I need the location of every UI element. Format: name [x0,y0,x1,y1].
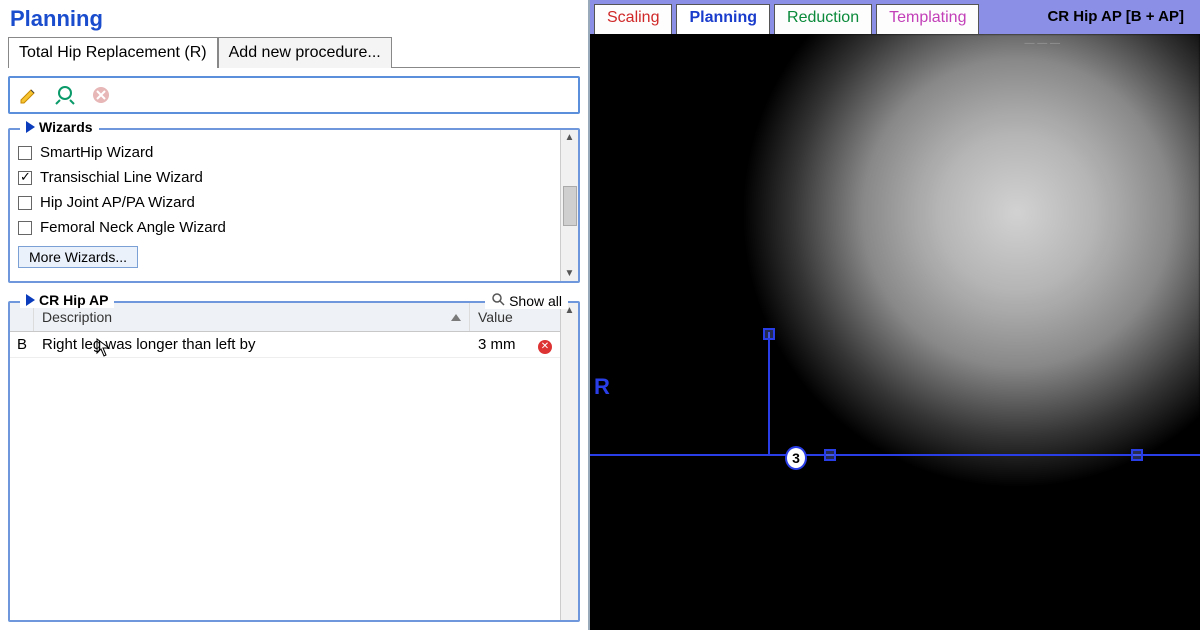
measurements-heading[interactable]: CR Hip AP [20,292,114,308]
app-root: Planning Total Hip Replacement (R) Add n… [0,0,1200,630]
wizards-heading-label: Wizards [39,119,93,135]
wizard-item[interactable]: Femoral Neck Angle Wizard [18,215,552,240]
add-procedure-tab[interactable]: Add new procedure... [218,37,392,68]
laterality-marker: R [594,374,610,400]
checkbox[interactable] [18,171,32,185]
image-panel: Scaling Planning Reduction Templating CR… [590,0,1200,630]
xray-viewport[interactable]: — — — R 3 [590,34,1200,630]
checkbox[interactable] [18,221,32,235]
checkbox[interactable] [18,146,32,160]
row-flag: B [10,332,34,357]
wizards-heading[interactable]: Wizards [20,119,99,135]
measurement-badge[interactable]: 3 [785,446,807,470]
show-all-toggle[interactable]: Show all [485,292,568,309]
delete-icon[interactable] [90,84,112,106]
scrollbar-thumb[interactable] [563,186,577,226]
wizards-list: SmartHip Wizard Transischial Line Wizard… [10,130,560,281]
wizard-label: Hip Joint AP/PA Wizard [40,194,195,211]
expand-icon [26,294,35,306]
wizard-label: Femoral Neck Angle Wizard [40,219,226,236]
wizard-item[interactable]: Transischial Line Wizard [18,165,552,190]
row-description: Right leg was longer than left by [34,332,470,357]
edit-icon[interactable] [18,84,40,106]
col-description-label: Description [42,309,112,325]
delete-row-icon[interactable]: ✕ [538,340,552,354]
checkbox[interactable] [18,196,32,210]
wizard-item[interactable]: SmartHip Wizard [18,140,552,165]
calipers-icon[interactable] [54,84,76,106]
view-tabbar: Scaling Planning Reduction Templating CR… [590,0,1200,34]
control-handle[interactable] [824,449,836,461]
measurements-heading-label: CR Hip AP [39,292,108,308]
scroll-up-icon[interactable]: ▲ [565,132,575,143]
measurements-section: CR Hip AP Show all Description Val [8,301,580,622]
planning-toolbar [8,76,580,114]
wizard-item[interactable]: Hip Joint AP/PA Wizard [18,190,552,215]
tab-scaling[interactable]: Scaling [594,4,672,34]
sort-asc-icon [451,314,461,321]
scroll-down-icon[interactable]: ▼ [565,268,575,279]
table-row[interactable]: B Right leg was longer than left by 3 mm… [10,332,560,358]
magnifier-icon [491,292,505,309]
measurement-vertical-line[interactable] [768,332,770,456]
procedure-tabs: Total Hip Replacement (R) Add new proced… [8,36,580,68]
wizards-section: Wizards SmartHip Wizard Transischial Lin… [8,128,580,283]
panel-title: Planning [8,4,580,36]
wizard-label: SmartHip Wizard [40,144,153,161]
show-all-label: Show all [509,293,562,309]
control-handle[interactable] [1131,449,1143,461]
grid-scrollbar[interactable]: ▲ [560,303,578,620]
wizard-label: Transischial Line Wizard [40,169,203,186]
transischial-line[interactable] [590,454,1200,456]
xray-image [590,34,1200,630]
planning-panel: Planning Total Hip Replacement (R) Add n… [0,0,590,630]
watermark-text: — — — [1024,38,1060,49]
row-value: 3 mm [470,332,530,357]
tab-reduction[interactable]: Reduction [774,4,872,34]
procedure-tab-active[interactable]: Total Hip Replacement (R) [8,37,218,68]
measurements-grid: Description Value B Right leg was longer… [10,303,560,620]
tab-planning[interactable]: Planning [676,4,770,34]
wizards-scrollbar[interactable]: ▲ ▼ [560,130,578,281]
tab-templating[interactable]: Templating [876,4,979,34]
control-handle[interactable] [763,328,775,340]
more-wizards-button[interactable]: More Wizards... [18,246,138,268]
image-label: CR Hip AP [B + AP] [1047,0,1200,34]
expand-icon [26,121,35,133]
